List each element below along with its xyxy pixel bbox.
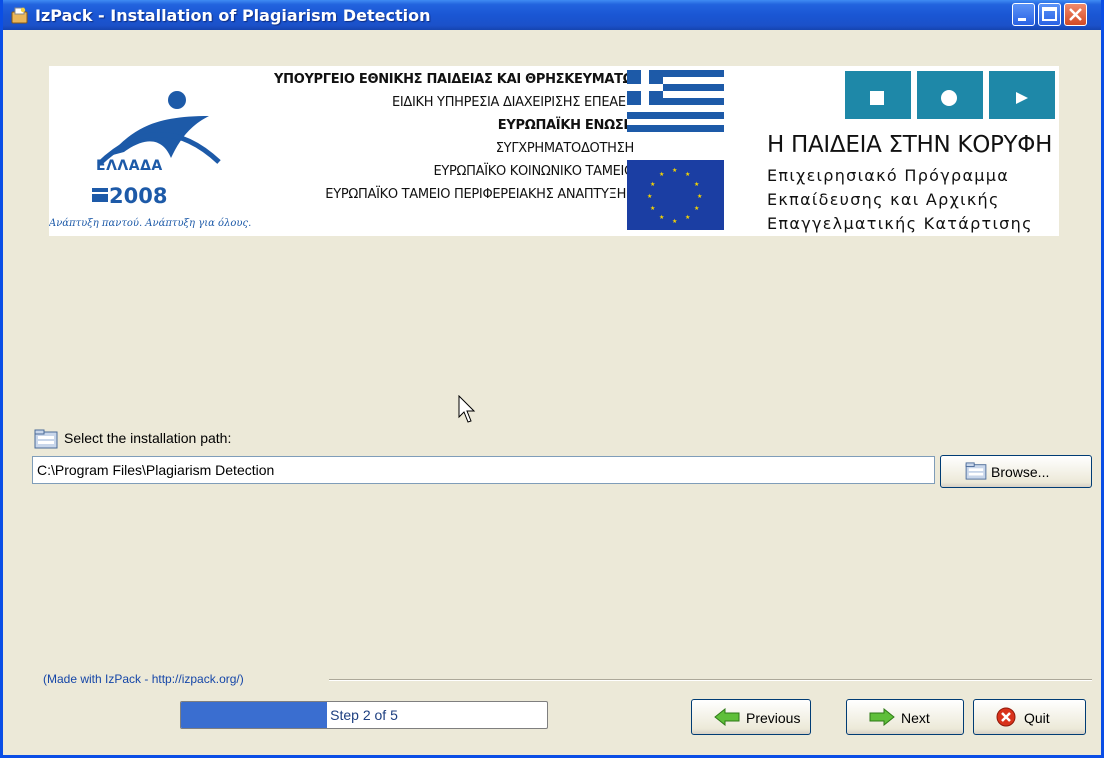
maximize-button[interactable] <box>1038 3 1061 26</box>
installer-window: IzPack - Installation of Plagiarism Dete… <box>0 0 1104 758</box>
greek-flag-icon <box>627 70 724 132</box>
minimize-button[interactable] <box>1012 3 1035 26</box>
ellada-2008-figure-icon <box>97 91 221 166</box>
circle-shape-icon <box>917 71 983 119</box>
ministry-text-block: ΥΠΟΥΡΓΕΙΟ ΕΘΝΙΚΗΣ ΠΑΙΔΕΙΑΣ ΚΑΙ ΘΡΗΣΚΕΥΜΑ… <box>274 68 644 206</box>
quit-button-label: Quit <box>1024 710 1050 726</box>
browse-button-label: Browse... <box>991 464 1050 480</box>
square-shape-icon <box>845 71 911 119</box>
arrow-left-icon <box>714 708 740 726</box>
ministry-line: ΣΥΓΧΡΗΜΑΤΟΔΟΤΗΣΗ <box>495 141 635 156</box>
close-button[interactable] <box>1064 3 1087 26</box>
eu-flag-icon: ★ ★ ★ ★ ★ ★ ★ ★ ★ ★ ★ ★ <box>627 160 724 230</box>
izpack-app-icon <box>11 7 28 24</box>
quit-button[interactable]: Quit <box>973 699 1086 735</box>
eu-mini-flag-icon <box>92 188 108 202</box>
stop-icon <box>996 707 1016 727</box>
title-bar[interactable]: IzPack - Installation of Plagiarism Dete… <box>3 0 1101 30</box>
installation-path-input[interactable] <box>32 456 935 484</box>
arrow-right-icon <box>869 708 895 726</box>
programme-line: Εκπαίδευσης και Αρχικής <box>767 190 1000 209</box>
programme-line: Επιχειρησιακό Πρόγραμμα <box>767 166 1010 185</box>
previous-button-label: Previous <box>746 710 801 726</box>
ministry-line: ΕΥΡΩΠΑΪΚΗ ΕΝΩΣΗ <box>497 118 635 133</box>
ministry-line: ΥΠΟΥΡΓΕΙΟ ΕΘΝΙΚΗΣ ΠΑΙΔΕΙΑΣ ΚΑΙ ΘΡΗΣΚΕΥΜΑ… <box>274 72 644 87</box>
triangle-shape-icon <box>989 71 1055 119</box>
window-title: IzPack - Installation of Plagiarism Dete… <box>35 6 431 25</box>
footer-separator <box>329 679 1092 681</box>
mouse-cursor-icon <box>458 395 476 423</box>
ministry-line: ΕΙΔΙΚΗ ΥΠΗΡΕΣΙΑ ΔΙΑΧΕΙΡΙΣΗΣ ΕΠΕΑΕΚ <box>391 95 634 110</box>
made-with-izpack-link[interactable]: (Made with IzPack - http://izpack.org/) <box>43 672 244 686</box>
path-label-row: Select the installation path: <box>34 428 231 448</box>
maximize-icon <box>1042 7 1057 21</box>
installation-path-label: Select the installation path: <box>64 430 232 446</box>
folder-icon <box>965 462 987 480</box>
next-button-label: Next <box>901 710 930 726</box>
paideia-title: Η ΠΑΙΔΕΙΑ ΣΤΗΝ ΚΟΡΥΦΗ <box>767 132 1053 158</box>
ellada-motto: Ανάπτυξη παντού. Ανάπτυξη για όλους. <box>49 218 252 229</box>
programme-line: Επαγγελματικής Κατάρτισης <box>767 214 1033 233</box>
ministry-line: ΕΥΡΩΠΑΪΚΟ ΤΑΜΕΙΟ ΠΕΡΙΦΕΡΕΙΑΚΗΣ ΑΝΑΠΤΥΞΗΣ <box>325 187 634 202</box>
ellada-logo-text: ΕΛΛΑΔΑ <box>96 158 163 174</box>
ministry-line: ΕΥΡΩΠΑΪΚΟ ΚΟΙΝΩΝΙΚΟ ΤΑΜΕΙΟ <box>433 164 634 179</box>
step-progress-bar: Step 2 of 5 <box>180 701 548 729</box>
ellada-year: 2008 <box>109 184 168 208</box>
progress-text: Step 2 of 5 <box>330 707 398 723</box>
sponsor-banner: ΕΛΛΑΔΑ 2008 Ανάπτυξη παντού. Ανάπτυξη γι… <box>49 66 1059 236</box>
minimize-icon <box>1018 18 1026 21</box>
next-button[interactable]: Next <box>846 699 964 735</box>
close-icon <box>1069 8 1082 21</box>
browse-button[interactable]: Browse... <box>940 455 1092 488</box>
folder-icon <box>34 429 58 448</box>
previous-button[interactable]: Previous <box>691 699 811 735</box>
